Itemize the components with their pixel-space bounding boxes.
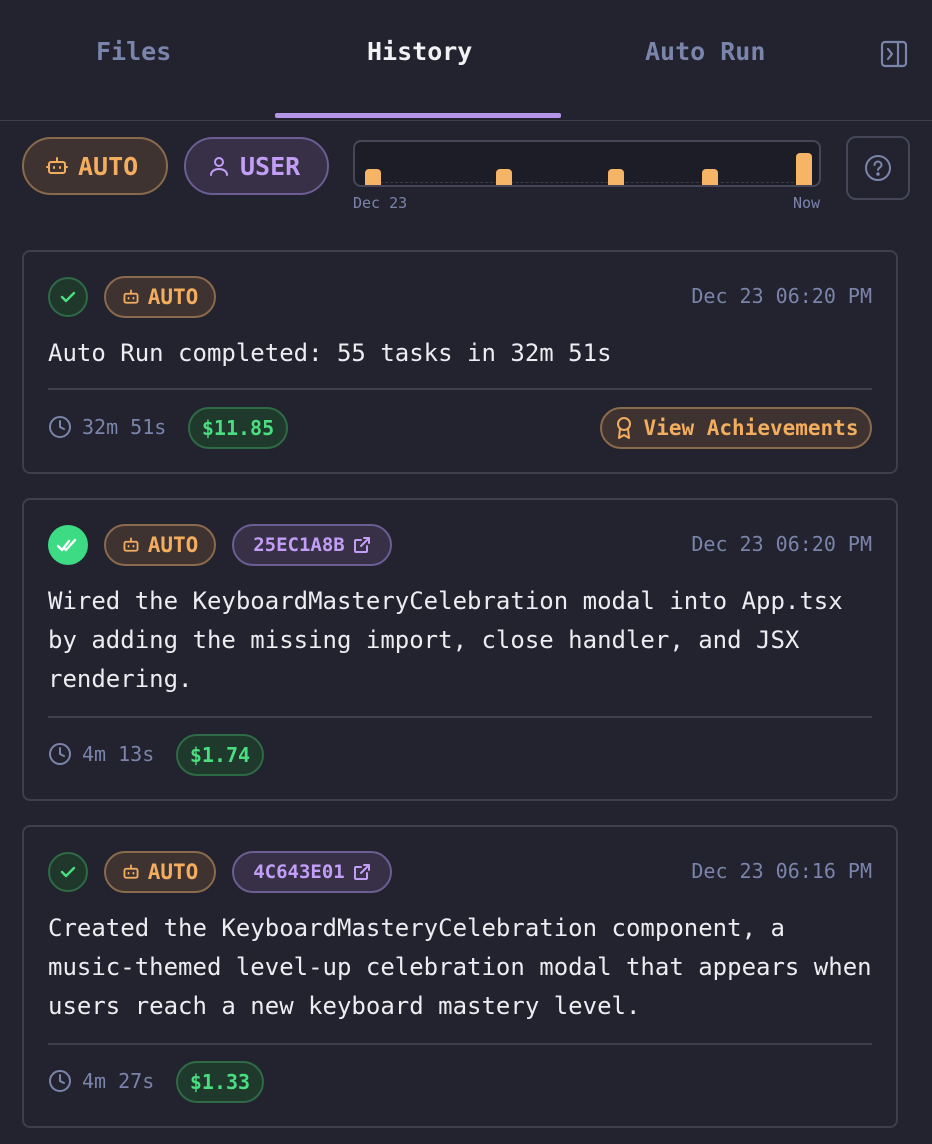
success-check-icon	[48, 852, 88, 892]
timeline-bar[interactable]	[702, 169, 718, 185]
collapse-panel-icon[interactable]	[880, 40, 908, 68]
user-icon	[208, 155, 230, 177]
cost-badge: $11.85	[188, 407, 288, 449]
help-circle-icon	[864, 154, 892, 182]
history-entry[interactable]: AUTO Dec 23 06:20 PM Auto Run completed:…	[22, 250, 898, 474]
filter-auto-button[interactable]: AUTO	[22, 137, 168, 195]
robot-icon	[122, 863, 140, 881]
auto-badge-label: AUTO	[147, 285, 199, 309]
history-entry[interactable]: AUTO 25EC1A8B Dec 23 06:20 PM Wired the …	[22, 498, 898, 801]
tab-auto-run[interactable]: Auto Run	[645, 34, 765, 70]
active-tab-indicator	[275, 113, 561, 118]
timeline-start-label: Dec 23	[353, 194, 408, 212]
entry-timestamp: Dec 23 06:20 PM	[691, 532, 872, 556]
duration-text: 4m 27s	[82, 1069, 155, 1093]
clock-icon	[48, 742, 72, 766]
external-link-icon	[353, 536, 371, 554]
entry-duration: 4m 27s	[48, 1069, 154, 1093]
session-id-text: 25EC1A8B	[253, 534, 345, 556]
cost-badge: $1.74	[176, 734, 264, 776]
entry-divider	[48, 716, 872, 718]
history-entry[interactable]: AUTO 4C643E01 Dec 23 06:16 PM Created th…	[22, 825, 898, 1128]
double-check-icon	[48, 525, 88, 565]
duration-text: 32m 51s	[82, 415, 167, 439]
award-icon	[614, 416, 634, 440]
auto-badge-label: AUTO	[147, 533, 199, 557]
tab-bar: Files History Auto Run	[0, 0, 932, 121]
filter-user-label: USER	[240, 151, 301, 181]
activity-timeline[interactable]	[353, 140, 821, 187]
timeline-baseline	[365, 182, 809, 183]
auto-badge-label: AUTO	[147, 860, 199, 884]
tab-files[interactable]: Files	[96, 34, 171, 70]
external-link-icon	[353, 863, 371, 881]
entry-summary: Auto Run completed: 55 tasks in 32m 51s	[48, 339, 612, 367]
entry-summary: Wired the KeyboardMasteryCelebration mod…	[48, 587, 843, 693]
view-achievements-button[interactable]: View Achievements	[600, 407, 872, 449]
entry-duration: 32m 51s	[48, 415, 166, 439]
auto-badge: AUTO	[104, 851, 216, 893]
robot-icon	[122, 536, 140, 554]
success-check-icon	[48, 277, 88, 317]
tab-history[interactable]: History	[367, 34, 472, 70]
entry-timestamp: Dec 23 06:20 PM	[691, 284, 872, 308]
entry-duration: 4m 13s	[48, 742, 154, 766]
robot-icon	[46, 155, 68, 177]
clock-icon	[48, 1069, 72, 1093]
help-button[interactable]	[846, 136, 910, 200]
auto-badge: AUTO	[104, 276, 216, 318]
timeline-end-label: Now	[793, 194, 821, 212]
filter-auto-label: AUTO	[78, 151, 139, 181]
view-achievements-label: View Achievements	[643, 416, 859, 440]
robot-icon	[122, 288, 140, 306]
auto-badge: AUTO	[104, 524, 216, 566]
clock-icon	[48, 415, 72, 439]
entry-timestamp: Dec 23 06:16 PM	[691, 859, 872, 883]
session-id-text: 4C643E01	[253, 861, 345, 883]
session-id-link[interactable]: 4C643E01	[232, 851, 392, 893]
entry-divider	[48, 388, 872, 390]
timeline-bar[interactable]	[365, 169, 381, 185]
duration-text: 4m 13s	[82, 742, 155, 766]
filter-user-button[interactable]: USER	[184, 137, 329, 195]
timeline-bar[interactable]	[496, 169, 512, 185]
entry-summary: Created the KeyboardMasteryCelebration c…	[48, 914, 872, 1020]
entry-divider	[48, 1043, 872, 1045]
cost-badge: $1.33	[176, 1061, 264, 1103]
timeline-bar[interactable]	[796, 153, 812, 185]
timeline-bar[interactable]	[608, 169, 624, 185]
session-id-link[interactable]: 25EC1A8B	[232, 524, 392, 566]
